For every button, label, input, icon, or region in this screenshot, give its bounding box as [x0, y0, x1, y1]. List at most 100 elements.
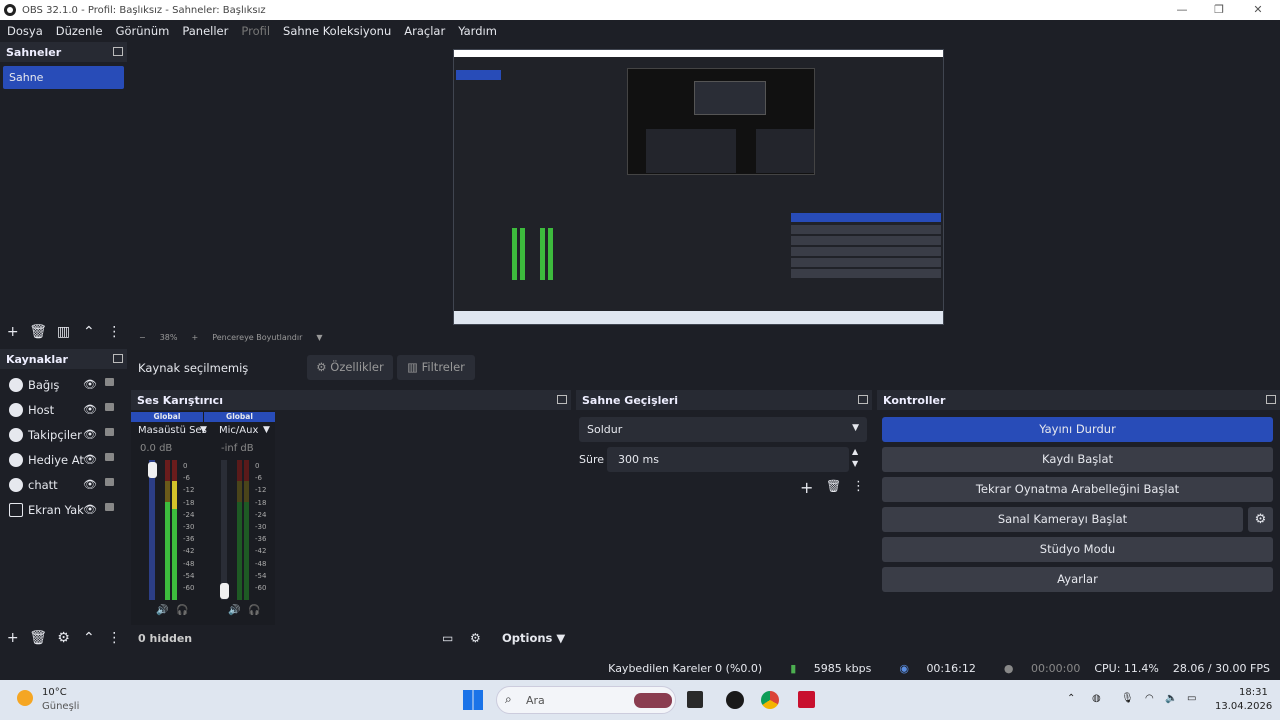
network-icon[interactable]: ◍ [1092, 693, 1101, 704]
volume-slider-desktop[interactable] [149, 460, 155, 600]
virtual-camera-button[interactable]: Sanal Kamerayı Başlat [882, 507, 1243, 532]
menu-file[interactable]: Dosya [7, 24, 43, 38]
eye-icon[interactable]: 👁 [83, 428, 97, 441]
source-item[interactable]: Ekran Yak 👁 [0, 497, 127, 522]
add-source-icon[interactable]: + [0, 630, 25, 646]
trash-icon[interactable]: 🗑 [25, 324, 50, 340]
scenes-title: Sahneler [6, 45, 62, 59]
lock-icon[interactable] [105, 503, 114, 511]
lock-icon[interactable] [105, 428, 114, 436]
fit-window-button[interactable]: Pencereye Boyutlandır [212, 333, 302, 345]
chevron-down-icon[interactable]: ▼ [263, 425, 270, 435]
chevron-up-icon[interactable]: ⌃ [76, 324, 101, 340]
menu-help[interactable]: Yardım [458, 24, 497, 38]
volume-handle[interactable] [220, 583, 229, 599]
chevron-up-icon[interactable]: ⌃ [76, 630, 101, 646]
scene-item[interactable]: Sahne [3, 66, 124, 89]
lock-icon[interactable] [105, 478, 114, 486]
undock-icon[interactable] [113, 47, 123, 56]
menu-scene-collection[interactable]: Sahne Koleksiyonu [283, 24, 391, 38]
source-item[interactable]: Host 👁 [0, 397, 127, 422]
taskbar-search[interactable]: ⌕ Ara [496, 686, 676, 714]
gear-icon[interactable]: ⚙ [470, 631, 481, 645]
chevron-down-icon[interactable]: ▼ [316, 333, 322, 345]
stop-streaming-button[interactable]: Yayını Durdur [882, 417, 1273, 442]
undock-icon[interactable] [1266, 395, 1276, 404]
source-item[interactable]: Hediye At 👁 [0, 447, 127, 472]
close-button[interactable]: ✕ [1238, 0, 1278, 20]
source-item[interactable]: chatt 👁 [0, 472, 127, 497]
windows-start-icon[interactable] [463, 690, 483, 710]
speaker-icon[interactable]: 🔊 [156, 605, 168, 616]
chevron-up-icon[interactable]: ⌃ [1067, 693, 1075, 704]
filter-icon[interactable]: ▥ [51, 324, 76, 340]
file-explorer-icon[interactable] [687, 691, 703, 708]
menu-docks[interactable]: Paneller [182, 24, 228, 38]
add-transition-icon[interactable]: + [800, 478, 813, 497]
menu-tools[interactable]: Araçlar [404, 24, 445, 38]
start-recording-button[interactable]: Kaydı Başlat [882, 447, 1273, 472]
options-button[interactable]: Options ▼ [502, 631, 565, 645]
volume-icon[interactable]: 🔈 [1165, 693, 1177, 704]
chevron-down-icon[interactable]: ▼ [200, 425, 207, 435]
replay-buffer-button[interactable]: Tekrar Oynatma Arabelleğini Başlat [882, 477, 1273, 502]
volume-handle[interactable] [148, 462, 157, 478]
headphones-icon[interactable]: 🎧 [176, 605, 188, 616]
lock-icon[interactable] [105, 403, 114, 411]
sources-title: Kaynaklar [6, 352, 68, 366]
sun-icon [17, 690, 33, 706]
transition-select[interactable]: Soldur ▼ [579, 417, 867, 442]
undock-icon[interactable] [557, 395, 567, 404]
trash-icon[interactable]: 🗑 [25, 630, 50, 646]
eye-icon[interactable]: 👁 [83, 403, 97, 416]
more-icon[interactable]: ⋮ [102, 324, 127, 340]
settings-button[interactable]: Ayarlar [882, 567, 1273, 592]
studio-mode-button[interactable]: Stüdyo Modu [882, 537, 1273, 562]
clock-time[interactable]: 18:31 [1239, 687, 1268, 698]
headphones-icon[interactable]: 🎧 [248, 605, 260, 616]
lock-icon[interactable] [105, 453, 114, 461]
layout-icon[interactable]: ▭ [442, 631, 453, 645]
app-icon[interactable] [798, 691, 815, 708]
add-scene-icon[interactable]: + [0, 324, 25, 340]
undock-icon[interactable] [113, 354, 123, 363]
source-item[interactable]: Takipçiler 👁 [0, 422, 127, 447]
eye-icon[interactable]: 👁 [83, 503, 97, 516]
lock-icon[interactable] [105, 378, 114, 386]
eye-icon[interactable]: 👁 [83, 478, 97, 491]
more-icon[interactable]: ⋮ [102, 630, 127, 646]
filter-icon: ▥ [407, 360, 422, 374]
minimize-button[interactable]: — [1162, 0, 1202, 20]
preview-canvas[interactable] [453, 49, 944, 325]
zoom-in-button[interactable]: + [191, 333, 198, 345]
maximize-button[interactable]: ❐ [1199, 0, 1239, 20]
undock-icon[interactable] [858, 395, 868, 404]
chrome-icon[interactable] [761, 691, 779, 709]
microphone-icon[interactable]: 🎙 [1121, 693, 1134, 704]
eye-icon[interactable]: 👁 [83, 453, 97, 466]
volume-slider-mic[interactable] [221, 460, 227, 600]
globe-icon [9, 402, 23, 417]
trash-icon[interactable]: 🗑 [826, 479, 841, 493]
weather-temp: 10°C [42, 687, 67, 698]
speaker-icon[interactable]: 🔊 [228, 605, 240, 616]
eye-icon[interactable]: 👁 [83, 378, 97, 391]
battery-icon[interactable]: ▭ [1187, 693, 1196, 704]
more-icon[interactable]: ⋮ [852, 479, 865, 494]
wifi-icon[interactable]: ◠ [1145, 693, 1154, 704]
obs-taskbar-icon[interactable] [726, 691, 744, 709]
broadcast-icon: ◉ [899, 661, 909, 675]
menu-profile[interactable]: Profil [241, 24, 270, 38]
sources-list: Bağış 👁 Host 👁 Takipçiler 👁 Hediye At 👁 chat… [0, 372, 127, 522]
properties-button[interactable]: ⚙ Özellikler [307, 355, 393, 380]
gear-icon[interactable]: ⚙ [1248, 507, 1273, 532]
menu-view[interactable]: Görünüm [116, 24, 170, 38]
duration-field[interactable]: 300 ms [607, 447, 849, 472]
duration-stepper[interactable]: ▲ ▼ [852, 446, 858, 470]
filters-button[interactable]: ▥ Filtreler [397, 355, 475, 380]
gear-icon[interactable]: ⚙ [51, 630, 76, 646]
menu-edit[interactable]: Düzenle [56, 24, 103, 38]
source-item[interactable]: Bağış 👁 [0, 372, 127, 397]
zoom-out-button[interactable]: − [139, 333, 146, 345]
clock-date[interactable]: 13.04.2026 [1215, 701, 1272, 712]
